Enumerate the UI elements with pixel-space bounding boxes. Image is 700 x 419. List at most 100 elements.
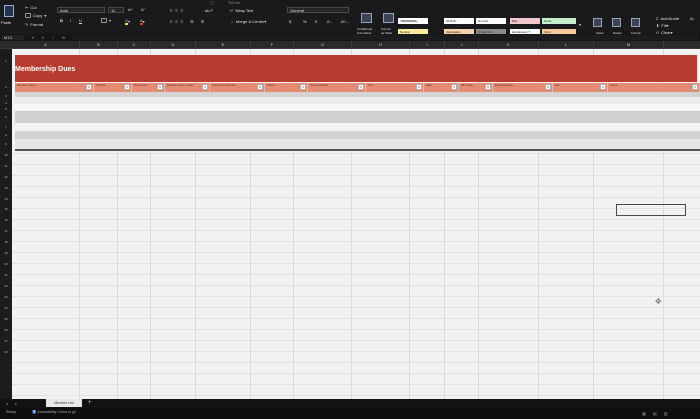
row-header-23[interactable]: 23 [0, 295, 12, 299]
tab-scroll-arrows[interactable]: ◂ ▸ [6, 401, 20, 406]
column-header-h[interactable]: H [352, 41, 410, 49]
sheet-tab-member-list[interactable]: Member List [46, 399, 82, 407]
row-header-17[interactable]: 17 [0, 229, 12, 233]
row-header-1[interactable]: 1 [0, 59, 12, 63]
decrease-decimal-button[interactable]: .00→ [340, 19, 350, 24]
add-sheet-button[interactable]: + [88, 399, 92, 407]
filter-dropdown-icon[interactable]: ▾ [124, 84, 130, 90]
row-header-2[interactable]: 2 [0, 85, 12, 89]
fx-icon[interactable]: fx [62, 34, 65, 41]
comma-button[interactable]: 9 [315, 19, 317, 24]
row-header-28[interactable]: 28 [0, 350, 12, 354]
row-header-15[interactable]: 15 [0, 207, 12, 211]
insert-icon[interactable] [593, 18, 602, 27]
filter-dropdown-icon[interactable]: ▾ [86, 84, 92, 90]
view-menu[interactable]: ▢ [210, 0, 214, 5]
tell-me[interactable]: Tell me [228, 0, 241, 5]
row-header-20[interactable]: 20 [0, 262, 12, 266]
align-top-row[interactable]: ≡≡≡ [170, 8, 186, 13]
delete-icon[interactable] [612, 18, 621, 27]
number-format-select[interactable]: General [287, 7, 349, 13]
percent-button[interactable]: % [303, 19, 307, 24]
sort-filter-button[interactable]: A↓ [690, 16, 695, 21]
conditional-formatting-icon[interactable] [361, 13, 372, 23]
header-cell[interactable]: Member Name ▾ [15, 83, 94, 92]
underline-button[interactable]: U [79, 18, 82, 23]
row-header-26[interactable]: 26 [0, 328, 12, 332]
paste-button[interactable] [4, 5, 14, 17]
fill-color-button[interactable]: ◇ ▾ [125, 18, 130, 25]
column-header-e[interactable]: E [196, 41, 251, 49]
sheet-title[interactable]: Membership Dues [15, 66, 75, 73]
table-row[interactable] [15, 111, 700, 123]
increase-decimal-button[interactable]: .0← [326, 19, 333, 24]
font-size-select[interactable]: 11 [108, 7, 124, 13]
column-header-j[interactable]: J [445, 41, 479, 49]
name-box[interactable]: M13 [2, 35, 24, 40]
row-header-6[interactable]: 6 [0, 115, 12, 119]
font-name-select[interactable]: Arial [57, 7, 105, 13]
worksheet-grid[interactable]: Membership Dues Member Name ▾ Thanks ▾ Dues … [12, 49, 700, 399]
row-header-22[interactable]: 22 [0, 284, 12, 288]
align-bottom-row[interactable]: ≡≡≡ ☰ ☰ [170, 19, 207, 24]
header-cell[interactable]: ZIP Code ▾ [459, 83, 493, 92]
autosum-button[interactable]: Σ AutoSum ▾ [656, 16, 679, 21]
bold-button[interactable]: B [60, 18, 63, 23]
column-header-f[interactable]: F [251, 41, 294, 49]
merge-center-button[interactable]: ⇔ Merge & Center ▾ [230, 19, 266, 24]
column-header-l[interactable]: L [539, 41, 594, 49]
column-header-m[interactable]: M [594, 41, 664, 49]
row-header-10[interactable]: 10 [0, 153, 12, 157]
column-header-c[interactable]: C [118, 41, 151, 49]
column-header-i[interactable]: I [410, 41, 445, 49]
filter-dropdown-icon[interactable]: ▾ [300, 84, 306, 90]
table-row[interactable] [15, 139, 700, 149]
filter-dropdown-icon[interactable]: ▾ [358, 84, 364, 90]
column-header-b[interactable]: B [80, 41, 118, 49]
table-row[interactable] [15, 131, 700, 139]
row-header-13[interactable]: 13 [0, 186, 12, 190]
row-header-3[interactable]: 3 [0, 94, 12, 98]
cell-style-option[interactable]: \r$$$$$$$$$... [398, 18, 428, 24]
row-header-5[interactable]: 5 [0, 107, 12, 111]
row-header-18[interactable]: 18 [0, 240, 12, 244]
borders-button[interactable]: ▾ [101, 18, 111, 23]
styles-more-chevron-icon[interactable]: ▾ [579, 22, 581, 27]
header-cell[interactable]: Street Address ▾ [308, 83, 366, 92]
header-cell[interactable]: Volunteer Interests ▾ [210, 83, 265, 92]
header-cell[interactable]: Dues Paid ▾ [132, 83, 165, 92]
filter-dropdown-icon[interactable]: ▾ [416, 84, 422, 90]
table-row[interactable] [15, 123, 700, 131]
header-cell[interactable]: Phone ▾ [265, 83, 308, 92]
filter-dropdown-icon[interactable]: ▾ [545, 84, 551, 90]
accessibility-status[interactable]: ♿Accessibility: Good to go [32, 410, 76, 414]
shrink-font-button[interactable]: Aˇ [141, 7, 145, 12]
copy-button[interactable]: Copy ▾ [25, 13, 46, 18]
row-header-24[interactable]: 24 [0, 306, 12, 310]
orientation-button[interactable]: ab↗ [205, 8, 213, 13]
fill-button[interactable]: ⬇ Fill ▾ [656, 23, 668, 28]
format-cells-icon[interactable] [631, 18, 640, 27]
filter-dropdown-icon[interactable]: ▾ [485, 84, 491, 90]
column-header-k[interactable]: K [479, 41, 539, 49]
row-header-7[interactable]: 7 [0, 125, 12, 129]
header-cell[interactable]: State ▾ [424, 83, 459, 92]
row-header-14[interactable]: 14 [0, 197, 12, 201]
filter-dropdown-icon[interactable]: ▾ [451, 84, 457, 90]
filter-dropdown-icon[interactable]: ▾ [202, 84, 208, 90]
table-row[interactable] [15, 97, 700, 104]
header-cell[interactable]: Notes ▾ [608, 83, 700, 92]
format-as-table-icon[interactable] [383, 13, 394, 23]
header-cell[interactable]: City ▾ [366, 83, 424, 92]
row-header-11[interactable]: 11 [0, 164, 12, 168]
row-header-8[interactable]: 8 [0, 133, 12, 137]
italic-button[interactable]: I [70, 18, 71, 23]
grow-font-button[interactable]: A^ [128, 7, 133, 12]
row-header-4[interactable]: 4 [0, 101, 12, 105]
font-color-button[interactable]: A ▾ [140, 18, 145, 25]
view-mode-icons[interactable]: ▦ ▤ ▥ [642, 411, 671, 416]
row-header-16[interactable]: 16 [0, 218, 12, 222]
cell-style-option[interactable]: \Tiplicki... [444, 18, 474, 24]
row-header-27[interactable]: 27 [0, 339, 12, 343]
column-header-g[interactable]: G [294, 41, 352, 49]
